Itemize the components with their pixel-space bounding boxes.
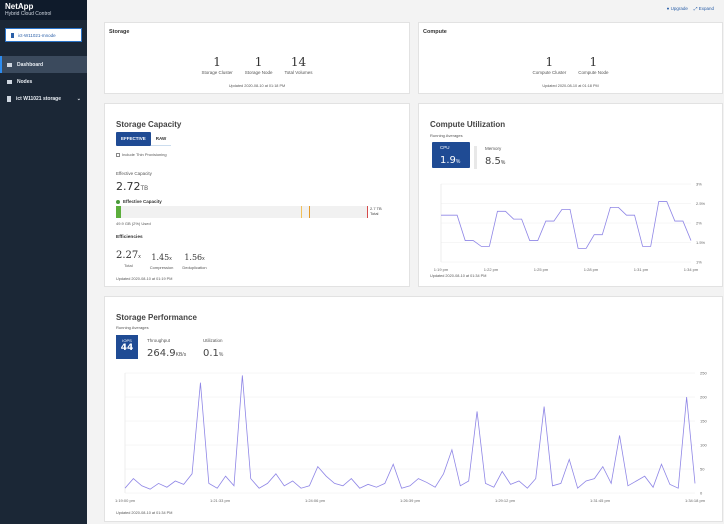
effective-capacity-label: Effective Capacity bbox=[116, 171, 152, 176]
card-title: Storage Performance bbox=[116, 313, 197, 322]
x-tick-label: 1:19:00 pm bbox=[115, 498, 136, 503]
x-tick-label: 1:31 pm bbox=[634, 267, 649, 272]
dashboard-icon bbox=[7, 62, 12, 67]
x-tick-label: 1:26:39 pm bbox=[400, 498, 421, 503]
utilization-metric-tab[interactable]: Utilization 0.1% bbox=[203, 338, 223, 361]
y-tick-label: 2.5% bbox=[696, 201, 706, 206]
x-tick-label: 1:21:33 pm bbox=[210, 498, 231, 503]
y-tick-label: 200 bbox=[700, 395, 707, 400]
effective-capacity-value: 2.72 bbox=[116, 180, 141, 193]
sidebar-item-label: Nodes bbox=[17, 78, 33, 85]
expand-link[interactable]: ⤢ Expand bbox=[694, 6, 714, 11]
y-tick-label: 100 bbox=[700, 443, 707, 448]
card-title: Compute Utilization bbox=[430, 120, 506, 129]
x-tick-label: 1:28 pm bbox=[584, 267, 599, 272]
memory-metric-tab[interactable]: Memory 8.5% bbox=[474, 146, 505, 169]
efficiencies-title: Efficiencies bbox=[116, 235, 143, 240]
x-tick-label: 1:31:45 pm bbox=[590, 498, 611, 503]
y-tick-label: 3% bbox=[696, 182, 702, 187]
cluster-selector[interactable]: ict-W11021-mnode bbox=[5, 28, 82, 42]
warning-threshold bbox=[301, 206, 302, 218]
x-tick-label: 1:22 pm bbox=[484, 267, 499, 272]
storage-card: Storage 1 Storage Cluster 1 Storage Node 1… bbox=[104, 22, 410, 94]
chevron-down-icon: ⌄ bbox=[76, 95, 81, 102]
y-tick-label: 50 bbox=[700, 467, 705, 472]
y-tick-label: 250 bbox=[700, 371, 707, 376]
thin-provisioning-checkbox[interactable] bbox=[116, 152, 120, 157]
capacity-bar bbox=[116, 206, 368, 218]
check-circle-icon bbox=[116, 199, 120, 204]
upgrade-link[interactable]: ● Upgrade bbox=[667, 6, 688, 11]
tab-raw[interactable]: RAW bbox=[150, 132, 172, 146]
subtitle: Running Averages bbox=[430, 133, 463, 138]
updated-text: Updated 2020-08-10 at 01:34 PM bbox=[116, 511, 173, 515]
iops-metric-tab[interactable]: IOPS 44 bbox=[116, 335, 138, 359]
checkbox-label: Include Thin Provisioning bbox=[122, 152, 167, 157]
iops-chart: 250 200 150 100 50 0 1:19:00 pm 1:21:33 pm 1:24:… bbox=[115, 371, 707, 504]
subtitle: Running Averages bbox=[116, 325, 149, 330]
storage-cluster-stat: 1 Storage Cluster bbox=[201, 55, 233, 75]
sidebar-item-storage[interactable]: ict W11021 storage ⌄ bbox=[0, 90, 87, 107]
brand-name: NetApp bbox=[5, 2, 34, 11]
sidebar-item-dashboard[interactable]: Dashboard bbox=[0, 56, 87, 73]
updated-text: Updated 2020-08-10 at 01:18 PM bbox=[542, 84, 599, 88]
compute-cluster-stat: 1 Compute Cluster bbox=[532, 55, 567, 75]
sidebar-item-nodes[interactable]: Nodes bbox=[0, 73, 87, 90]
nodes-icon bbox=[7, 79, 12, 84]
brand-subtitle: Hybrid Cloud Control bbox=[5, 11, 52, 17]
x-tick-label: 1:34:18 pm bbox=[685, 498, 706, 503]
updated-text: Updated 2020-08-10 at 01:34 PM bbox=[430, 274, 487, 278]
card-title: Compute bbox=[423, 29, 447, 35]
x-tick-label: 1:29:12 pm bbox=[495, 498, 516, 503]
sidebar-item-label: ict W11021 storage bbox=[16, 95, 62, 102]
error-threshold bbox=[309, 206, 310, 218]
cpu-chart: 3% 2.5% 2% 1.5% 1% 1:19 pm 1:22 pm 1:25 pm 1:28 … bbox=[434, 182, 706, 273]
series-line bbox=[441, 201, 692, 249]
x-tick-label: 1:19 pm bbox=[434, 267, 449, 272]
series-line bbox=[124, 375, 696, 490]
throughput-metric-tab[interactable]: Throughput 264.9KB/s bbox=[147, 338, 186, 361]
tab-effective[interactable]: EFFECTIVE bbox=[116, 132, 151, 146]
y-tick-label: 1% bbox=[696, 260, 702, 265]
brand-logo: NetApp Hybrid Cloud Control bbox=[0, 0, 87, 20]
cluster-name: ict-W11021-mnode bbox=[18, 32, 56, 38]
total-marker bbox=[367, 206, 368, 218]
x-tick-label: 1:25 pm bbox=[534, 267, 549, 272]
bar-title: Effective Capacity bbox=[123, 199, 162, 204]
y-tick-label: 0 bbox=[700, 491, 703, 496]
compute-node-stat: 1 Compute Node bbox=[578, 55, 609, 75]
x-tick-label: 1:24:06 pm bbox=[305, 498, 326, 503]
server-icon bbox=[11, 32, 14, 38]
y-tick-label: 1.5% bbox=[696, 240, 706, 245]
storage-icon bbox=[7, 95, 11, 102]
unit: TB bbox=[140, 186, 149, 192]
card-title: Storage Capacity bbox=[116, 120, 182, 129]
cpu-metric-tab[interactable]: CPU 1.9% bbox=[432, 142, 470, 168]
y-tick-label: 2% bbox=[696, 221, 702, 226]
used-fill bbox=[116, 206, 122, 218]
efficiency-dedup: 1.56x Deduplication bbox=[182, 253, 207, 270]
used-text: 49.9 GB (2%) Used bbox=[116, 221, 151, 226]
storage-node-stat: 1 Storage Node bbox=[244, 55, 273, 75]
updated-text: Updated 2020-08-10 at 01:18 PM bbox=[228, 84, 286, 88]
total-label: Total bbox=[370, 211, 379, 216]
storage-performance-card: Storage Performance Running Averages IOP… bbox=[104, 296, 723, 522]
storage-capacity-card: Storage Capacity EFFECTIVE RAW Include T… bbox=[104, 103, 410, 287]
x-tick-label: 1:34 pm bbox=[684, 267, 699, 272]
sidebar-item-label: Dashboard bbox=[17, 61, 44, 68]
sidebar: NetApp Hybrid Cloud Control ict-W11021-m… bbox=[0, 0, 87, 524]
compute-card: Compute 1 Compute Cluster 1 Compute Node U… bbox=[418, 22, 723, 94]
y-tick-label: 150 bbox=[700, 419, 707, 424]
compute-utilization-card: Compute Utilization Running Averages CPU… bbox=[418, 103, 723, 287]
efficiency-total: 2.27x Total bbox=[116, 250, 141, 268]
card-title: Storage bbox=[109, 29, 130, 35]
updated-text: Updated 2020-08-10 at 01:19 PM bbox=[116, 277, 173, 281]
efficiency-compression: 1.45x Compression bbox=[149, 253, 174, 270]
total-volumes-stat: 14 Total Volumes bbox=[284, 55, 313, 75]
